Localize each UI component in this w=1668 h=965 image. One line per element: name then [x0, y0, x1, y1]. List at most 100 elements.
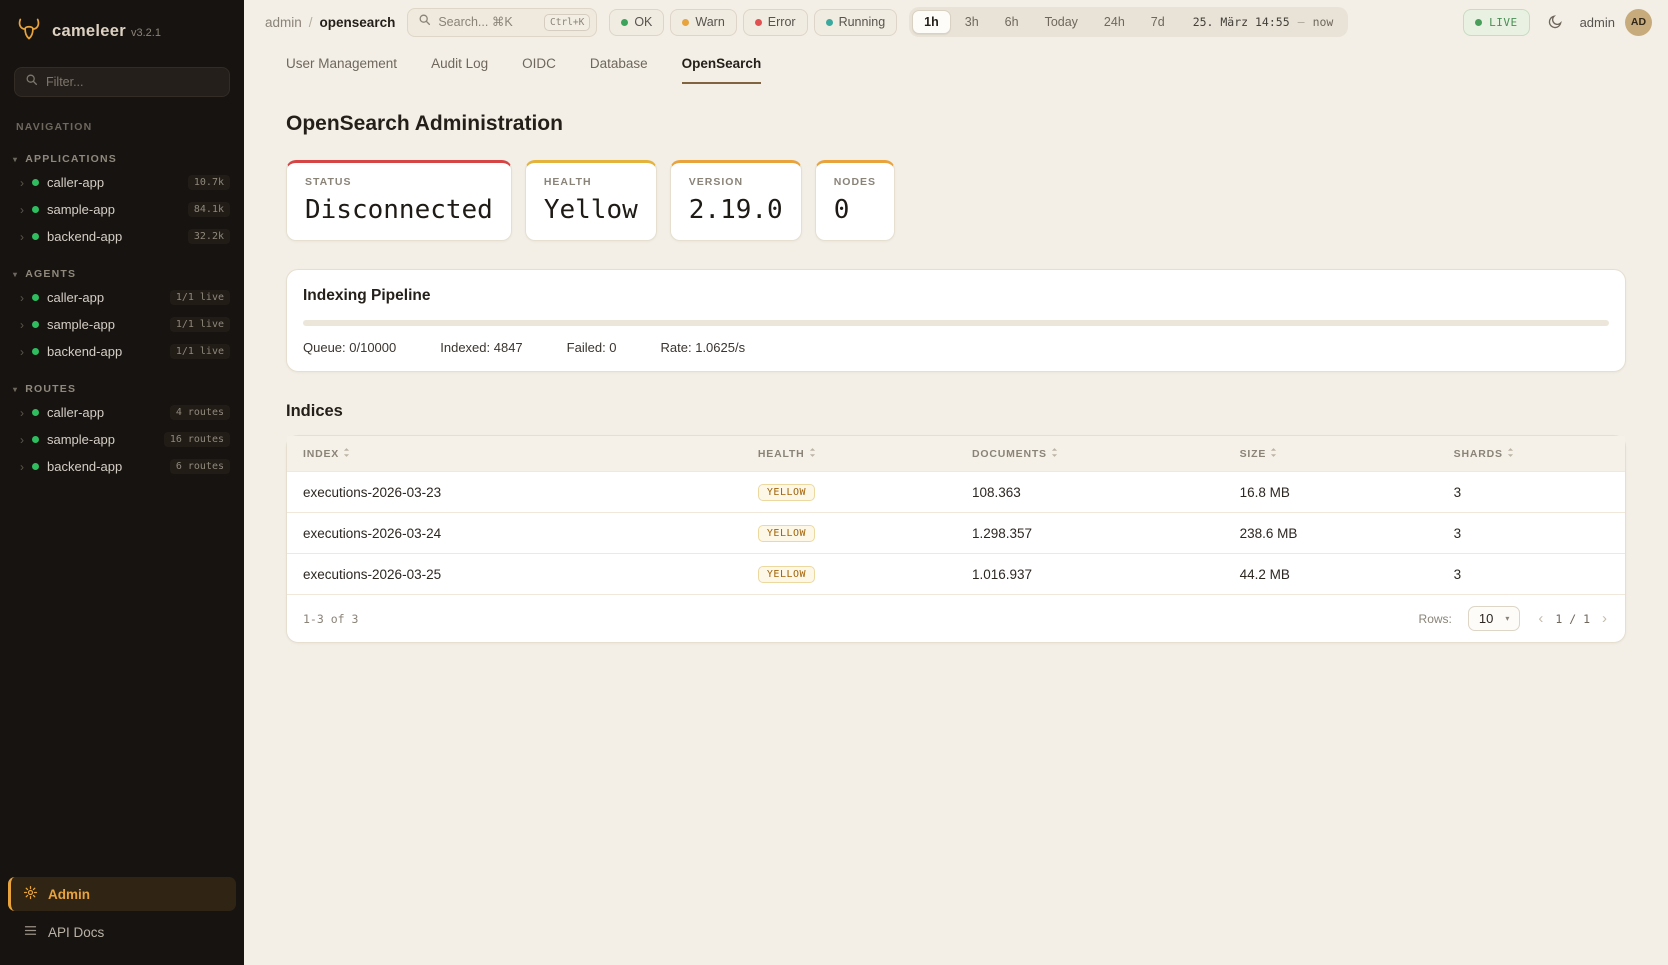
api-docs-label: API Docs	[48, 925, 104, 940]
item-badge: 32.2k	[188, 229, 230, 244]
content: OpenSearch Administration STATUS Disconn…	[244, 84, 1668, 965]
main-area: admin / opensearch Ctrl+K OK Warn	[244, 0, 1668, 965]
time-range-1h[interactable]: 1h	[912, 10, 951, 34]
column-header-documents[interactable]: DOCUMENTS	[956, 436, 1224, 472]
status-dot-icon	[32, 206, 39, 213]
sidebar-item-applications-caller-app[interactable]: › caller-app 10.7k	[0, 169, 244, 196]
stat-card-nodes: NODES 0	[815, 160, 895, 241]
tab-user-management[interactable]: User Management	[286, 56, 397, 84]
stat-value: Yellow	[544, 195, 638, 225]
indexing-pipeline-panel: Indexing Pipeline Queue: 0/10000 Indexed…	[286, 269, 1626, 372]
section-label: APPLICATIONS	[25, 153, 117, 165]
stat-card-status: STATUS Disconnected	[286, 160, 512, 241]
tab-database[interactable]: Database	[590, 56, 648, 84]
rows-per-page-select[interactable]: 10 ▾	[1468, 606, 1520, 631]
pipeline-title: Indexing Pipeline	[303, 287, 1609, 305]
table-row: executions-2026-03-23 YELLOW 108.363 16.…	[287, 472, 1625, 513]
chevron-down-icon: ▾	[13, 385, 18, 394]
table-row: executions-2026-03-24 YELLOW 1.298.357 2…	[287, 513, 1625, 554]
item-label: caller-app	[47, 175, 104, 190]
sidebar-item-agents-caller-app[interactable]: › caller-app 1/1 live	[0, 284, 244, 311]
chevron-right-icon: ›	[20, 319, 24, 331]
cell-shards: 3	[1438, 554, 1625, 595]
avatar[interactable]: AD	[1625, 9, 1652, 36]
stat-label: HEALTH	[544, 176, 638, 188]
time-range-3h[interactable]: 3h	[953, 10, 991, 34]
section-label: AGENTS	[25, 268, 76, 280]
tab-oidc[interactable]: OIDC	[522, 56, 556, 84]
breadcrumb-separator: /	[309, 15, 313, 30]
time-range-separator: —	[1298, 15, 1305, 29]
sidebar-item-api-docs[interactable]: API Docs	[8, 915, 236, 949]
chip-label: Running	[839, 15, 886, 29]
sidebar-item-routes-caller-app[interactable]: › caller-app 4 routes	[0, 399, 244, 426]
cell-documents: 108.363	[956, 472, 1224, 513]
time-range-7d[interactable]: 7d	[1139, 10, 1177, 34]
column-header-shards[interactable]: SHARDS	[1438, 436, 1625, 472]
time-range-6h[interactable]: 6h	[993, 10, 1031, 34]
chevron-down-icon: ▾	[13, 270, 18, 279]
page-indicator: 1 / 1	[1555, 612, 1590, 626]
sidebar-filter[interactable]	[14, 67, 230, 97]
dark-mode-toggle[interactable]	[1540, 7, 1570, 37]
sidebar-item-routes-sample-app[interactable]: › sample-app 16 routes	[0, 426, 244, 453]
column-header-health[interactable]: HEALTH	[742, 436, 956, 472]
logo: cameleerv3.2.1	[0, 0, 244, 59]
sort-icon	[1507, 447, 1514, 458]
chevron-right-icon: ›	[20, 346, 24, 358]
filter-chip-error[interactable]: Error	[743, 9, 808, 36]
global-search[interactable]: Ctrl+K	[407, 8, 597, 37]
time-range-24h[interactable]: 24h	[1092, 10, 1137, 34]
time-range-today[interactable]: Today	[1033, 10, 1090, 34]
section-header-routes[interactable]: ▾ ROUTES	[0, 379, 244, 399]
sidebar-item-routes-backend-app[interactable]: › backend-app 6 routes	[0, 453, 244, 480]
sidebar-item-agents-backend-app[interactable]: › backend-app 1/1 live	[0, 338, 244, 365]
item-label: backend-app	[47, 459, 122, 474]
cell-health: YELLOW	[742, 554, 956, 595]
sidebar-item-applications-sample-app[interactable]: › sample-app 84.1k	[0, 196, 244, 223]
section-header-applications[interactable]: ▾ APPLICATIONS	[0, 149, 244, 169]
filter-chip-warn[interactable]: Warn	[670, 9, 736, 36]
item-label: caller-app	[47, 290, 104, 305]
prev-page-button[interactable]: ‹	[1536, 610, 1545, 627]
sidebar-item-admin[interactable]: Admin	[8, 877, 236, 911]
ok-dot-icon	[621, 19, 628, 26]
sort-icon	[343, 447, 350, 458]
breadcrumb-opensearch[interactable]: opensearch	[320, 15, 396, 30]
indices-table-panel: INDEX HEALTH DOCUMENTS SIZE SHARDS execu…	[286, 435, 1626, 643]
status-dot-icon	[32, 321, 39, 328]
search-input[interactable]	[438, 15, 537, 29]
indices-title: Indices	[286, 402, 1626, 421]
sidebar-item-applications-backend-app[interactable]: › backend-app 32.2k	[0, 223, 244, 250]
column-header-index[interactable]: INDEX	[287, 436, 742, 472]
chip-label: OK	[634, 15, 652, 29]
cell-size: 238.6 MB	[1224, 513, 1438, 554]
status-dot-icon	[32, 233, 39, 240]
live-toggle[interactable]: LIVE	[1463, 9, 1530, 36]
filter-chip-running[interactable]: Running	[814, 9, 898, 36]
filter-input[interactable]	[46, 75, 219, 89]
filter-chip-ok[interactable]: OK	[609, 9, 664, 36]
health-badge: YELLOW	[758, 484, 815, 501]
section-header-agents[interactable]: ▾ AGENTS	[0, 264, 244, 284]
row-range-text: 1-3 of 3	[303, 612, 358, 626]
next-page-button[interactable]: ›	[1600, 610, 1609, 627]
item-badge: 16 routes	[164, 432, 230, 447]
app-version: v3.2.1	[131, 27, 161, 39]
table-footer: 1-3 of 3 Rows: 10 ▾ ‹ 1 / 1 ›	[287, 594, 1625, 642]
sort-icon	[809, 447, 816, 458]
section-applications: ▾ APPLICATIONS › caller-app 10.7k › samp…	[0, 149, 244, 250]
stat-label: VERSION	[689, 176, 783, 188]
tab-opensearch[interactable]: OpenSearch	[682, 56, 762, 84]
page-title: OpenSearch Administration	[286, 112, 1626, 136]
app-title: cameleerv3.2.1	[52, 22, 161, 41]
cell-documents: 1.016.937	[956, 554, 1224, 595]
breadcrumb-admin[interactable]: admin	[265, 15, 302, 30]
admin-tabs: User Management Audit Log OIDC Database …	[244, 44, 1668, 84]
sidebar-item-agents-sample-app[interactable]: › sample-app 1/1 live	[0, 311, 244, 338]
table-row: executions-2026-03-25 YELLOW 1.016.937 4…	[287, 554, 1625, 595]
column-header-size[interactable]: SIZE	[1224, 436, 1438, 472]
stat-value: 0	[834, 195, 876, 225]
tab-audit-log[interactable]: Audit Log	[431, 56, 488, 84]
table-footer-right: Rows: 10 ▾ ‹ 1 / 1 ›	[1419, 606, 1609, 631]
